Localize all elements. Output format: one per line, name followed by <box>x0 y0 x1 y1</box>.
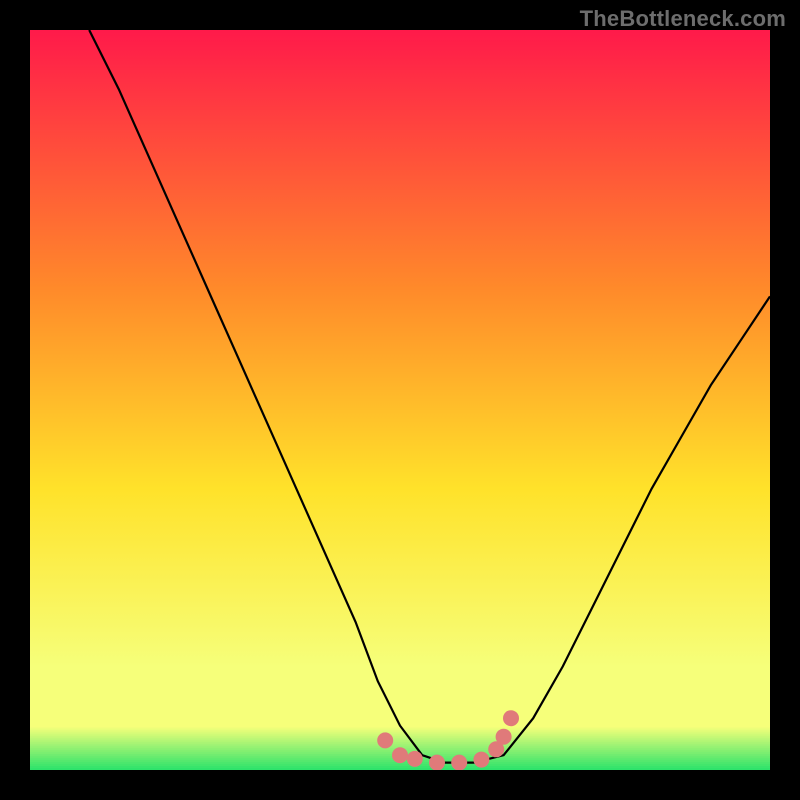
marker-point <box>407 751 423 767</box>
chart-frame: { "watermark": "TheBottleneck.com", "col… <box>0 0 800 800</box>
marker-point <box>429 755 445 771</box>
watermark-text: TheBottleneck.com <box>580 6 786 32</box>
marker-point <box>473 752 489 768</box>
chart-svg <box>0 0 800 800</box>
marker-point <box>503 710 519 726</box>
marker-point <box>496 729 512 745</box>
marker-point <box>451 755 467 771</box>
marker-point <box>392 747 408 763</box>
marker-point <box>377 732 393 748</box>
